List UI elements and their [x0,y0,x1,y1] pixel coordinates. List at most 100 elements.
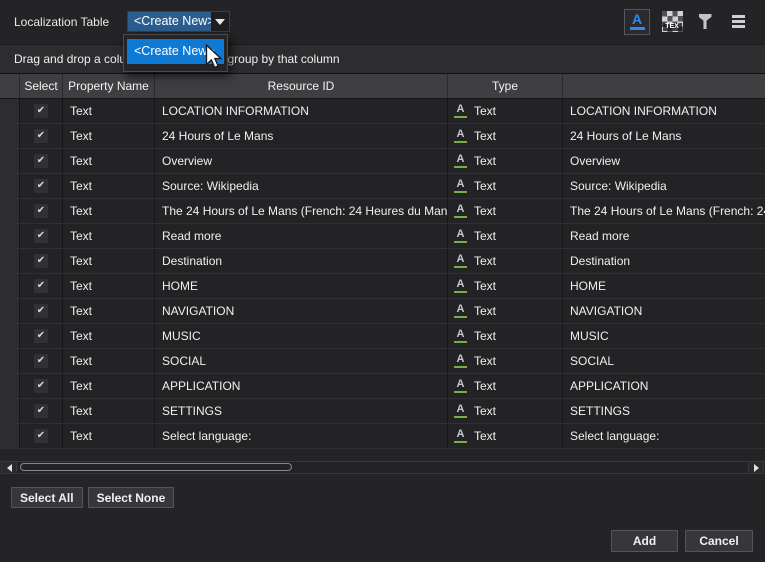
row-property: Text [63,174,155,198]
row-value: Overview [563,149,765,173]
table-row[interactable]: ✔ Text 24 Hours of Le Mans A Text 24 Hou… [0,124,765,149]
row-handle[interactable] [0,299,20,323]
table-row[interactable]: ✔ Text LOCATION INFORMATION A Text LOCAT… [0,99,765,124]
row-type-cell: A Text [448,249,563,273]
font-text-toggle-button[interactable]: A [624,9,650,35]
row-handle[interactable] [0,224,20,248]
row-handle[interactable] [0,99,20,123]
scrollbar-track[interactable] [17,462,748,473]
horizontal-scrollbar[interactable] [1,461,764,474]
scrollbar-thumb[interactable] [20,463,292,471]
row-resource-id: The 24 Hours of Le Mans (French: 24 Heur… [155,199,448,223]
header-property-name[interactable]: Property Name [63,74,155,98]
row-checkbox[interactable]: ✔ [34,329,48,343]
cancel-button[interactable]: Cancel [685,530,753,552]
row-select-cell: ✔ [20,199,63,223]
table-body: ✔ Text LOCATION INFORMATION A Text LOCAT… [0,99,765,449]
localization-grid: Select Property Name Resource ID Type ✔ … [0,73,765,449]
texture-toggle-button[interactable]: TEX [661,9,683,35]
table-row[interactable]: ✔ Text MUSIC A Text MUSIC [0,324,765,349]
table-row[interactable]: ✔ Text Select language: A Text Select la… [0,424,765,449]
combobox-value[interactable]: <Create New> [128,12,211,31]
font-text-icon: A [630,13,645,30]
type-label: Text [474,354,496,368]
row-checkbox[interactable]: ✔ [34,254,48,268]
row-value: Source: Wikipedia [563,174,765,198]
table-row[interactable]: ✔ Text The 24 Hours of Le Mans (French: … [0,199,765,224]
row-checkbox[interactable]: ✔ [34,379,48,393]
filter-button[interactable] [694,9,716,35]
row-checkbox[interactable]: ✔ [34,129,48,143]
row-resource-id: Overview [155,149,448,173]
row-value: Read more [563,224,765,248]
table-row[interactable]: ✔ Text NAVIGATION A Text NAVIGATION [0,299,765,324]
row-type-cell: A Text [448,124,563,148]
table-row[interactable]: ✔ Text HOME A Text HOME [0,274,765,299]
table-row[interactable]: ✔ Text Overview A Text Overview [0,149,765,174]
row-value: Destination [563,249,765,273]
chevron-down-icon[interactable] [211,12,229,31]
row-handle[interactable] [0,124,20,148]
table-row[interactable]: ✔ Text Source: Wikipedia A Text Source: … [0,174,765,199]
dialog-actions: Add Cancel [611,530,753,552]
row-type-cell: A Text [448,424,563,448]
row-handle[interactable] [0,249,20,273]
row-property: Text [63,399,155,423]
type-letter-icon: A [457,104,465,115]
table-row[interactable]: ✔ Text Destination A Text Destination [0,249,765,274]
header-type[interactable]: Type [448,74,563,98]
row-checkbox[interactable]: ✔ [34,429,48,443]
table-row[interactable]: ✔ Text SOCIAL A Text SOCIAL [0,349,765,374]
table-row[interactable]: ✔ Text APPLICATION A Text APPLICATION [0,374,765,399]
localization-table-combobox[interactable]: <Create New> [127,11,230,32]
row-property: Text [63,349,155,373]
row-handle[interactable] [0,174,20,198]
row-checkbox[interactable]: ✔ [34,154,48,168]
row-type-cell: A Text [448,174,563,198]
add-button[interactable]: Add [611,530,678,552]
row-checkbox[interactable]: ✔ [34,179,48,193]
text-type-icon: A [453,379,468,393]
type-label: Text [474,404,496,418]
row-checkbox[interactable]: ✔ [34,404,48,418]
row-property: Text [63,324,155,348]
type-label: Text [474,379,496,393]
row-select-cell: ✔ [20,249,63,273]
row-checkbox[interactable]: ✔ [34,229,48,243]
row-property: Text [63,199,155,223]
select-all-button[interactable]: Select All [11,487,83,508]
type-letter-icon: A [457,129,465,140]
select-none-button[interactable]: Select None [88,487,175,508]
view-options-button[interactable] [727,9,749,35]
scroll-right-arrow-icon[interactable] [748,462,763,473]
row-checkbox[interactable]: ✔ [34,304,48,318]
row-resource-id: SOCIAL [155,349,448,373]
row-handle[interactable] [0,424,20,448]
row-checkbox[interactable]: ✔ [34,279,48,293]
row-property: Text [63,299,155,323]
type-letter-icon: A [457,279,465,290]
header-resource-id[interactable]: Resource ID [155,74,448,98]
type-letter-icon: A [457,429,465,440]
row-value: The 24 Hours of Le Mans (French: 24 Heur… [563,199,765,223]
row-handle[interactable] [0,374,20,398]
row-handle[interactable] [0,349,20,373]
table-row[interactable]: ✔ Text SETTINGS A Text SETTINGS [0,399,765,424]
type-label: Text [474,254,496,268]
row-select-cell: ✔ [20,124,63,148]
row-handle[interactable] [0,324,20,348]
row-property: Text [63,224,155,248]
row-handle[interactable] [0,199,20,223]
table-row[interactable]: ✔ Text Read more A Text Read more [0,224,765,249]
row-select-cell: ✔ [20,224,63,248]
row-checkbox[interactable]: ✔ [34,104,48,118]
row-handle[interactable] [0,399,20,423]
row-handle[interactable] [0,274,20,298]
row-resource-id: 24 Hours of Le Mans [155,124,448,148]
row-checkbox[interactable]: ✔ [34,204,48,218]
scroll-left-arrow-icon[interactable] [2,462,17,473]
header-select[interactable]: Select [20,74,63,98]
row-checkbox[interactable]: ✔ [34,354,48,368]
row-handle[interactable] [0,149,20,173]
text-type-icon: A [453,154,468,168]
